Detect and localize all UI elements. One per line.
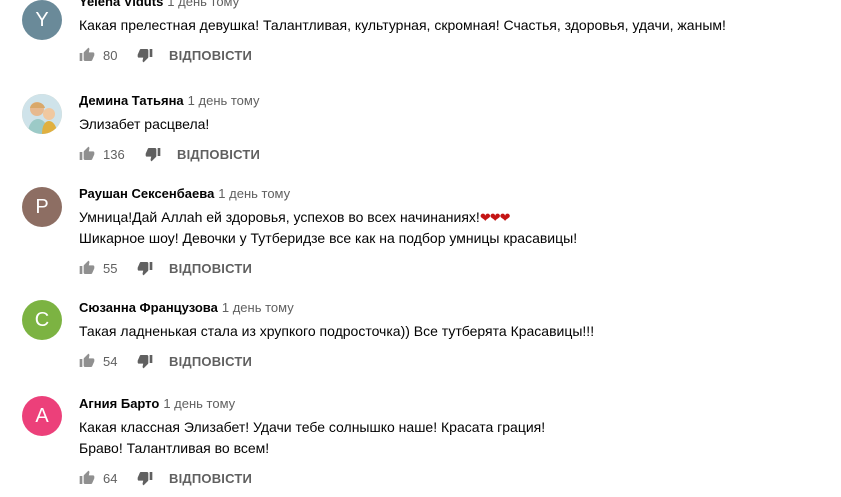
- comment-time[interactable]: 1 день тому: [218, 186, 290, 201]
- thumbs-down-icon[interactable]: [137, 260, 153, 276]
- thumbs-up-icon[interactable]: [79, 470, 95, 486]
- thumbs-up-icon[interactable]: [79, 260, 95, 276]
- comment-author[interactable]: Агния Барто: [79, 396, 159, 411]
- comment-time[interactable]: 1 день тому: [163, 396, 235, 411]
- comment-text: Элизабет расцвела!: [79, 116, 210, 132]
- comment-author[interactable]: Yelena Viduts: [79, 0, 163, 9]
- comment-time[interactable]: 1 день тому: [222, 300, 294, 315]
- comment-actions: 54 ВІДПОВІСТИ: [79, 350, 841, 372]
- thumbs-down-icon[interactable]: [137, 353, 153, 369]
- like-count: 80: [103, 47, 118, 63]
- avatar-photo: [22, 94, 62, 134]
- like-count: 136: [103, 146, 125, 162]
- comment-time[interactable]: 1 день тому: [167, 0, 239, 9]
- thumbs-down-icon[interactable]: [137, 470, 153, 486]
- comment-text: Какая прелестная девушка! Талантливая, к…: [79, 17, 726, 33]
- reply-button[interactable]: ВІДПОВІСТИ: [169, 471, 252, 486]
- comment-author[interactable]: Демина Татьяна: [79, 93, 184, 108]
- avatar[interactable]: [22, 94, 62, 134]
- avatar[interactable]: P: [22, 187, 62, 227]
- reply-button[interactable]: ВІДПОВІСТИ: [169, 48, 252, 63]
- reply-button[interactable]: ВІДПОВІСТИ: [177, 147, 260, 162]
- comment-author[interactable]: Раушан Сексенбаева: [79, 186, 214, 201]
- comment-text: Умница!Дай Аллаh ей здоровья, успехов во…: [79, 209, 578, 246]
- avatar[interactable]: C: [22, 300, 62, 340]
- thumbs-up-icon[interactable]: [79, 146, 95, 162]
- comment-actions: 64 ВІДПОВІСТИ: [79, 467, 841, 489]
- thumbs-down-icon[interactable]: [137, 47, 153, 63]
- thumbs-up-icon[interactable]: [79, 353, 95, 369]
- like-count: 55: [103, 260, 118, 276]
- like-count: 54: [103, 353, 118, 369]
- thumbs-down-icon[interactable]: [145, 146, 161, 162]
- reply-button[interactable]: ВІДПОВІСТИ: [169, 354, 252, 369]
- reply-button[interactable]: ВІДПОВІСТИ: [169, 261, 252, 276]
- comment-actions: 55 ВІДПОВІСТИ: [79, 257, 841, 279]
- comment-text: Такая ладненькая стала из хрупкого подро…: [79, 323, 595, 339]
- avatar[interactable]: A: [22, 396, 62, 436]
- thumbs-up-icon[interactable]: [79, 47, 95, 63]
- comment-author[interactable]: Сюзанна Французова: [79, 300, 218, 315]
- comment-actions: 80 ВІДПОВІСТИ: [79, 44, 841, 66]
- comment-text: Какая классная Элизабет! Удачи тебе солн…: [79, 419, 546, 456]
- comment-time[interactable]: 1 день тому: [188, 93, 260, 108]
- avatar[interactable]: Y: [22, 0, 62, 40]
- heart-emoji: ❤❤❤: [479, 210, 511, 225]
- like-count: 64: [103, 470, 118, 486]
- comment-actions: 136 ВІДПОВІСТИ: [79, 143, 841, 165]
